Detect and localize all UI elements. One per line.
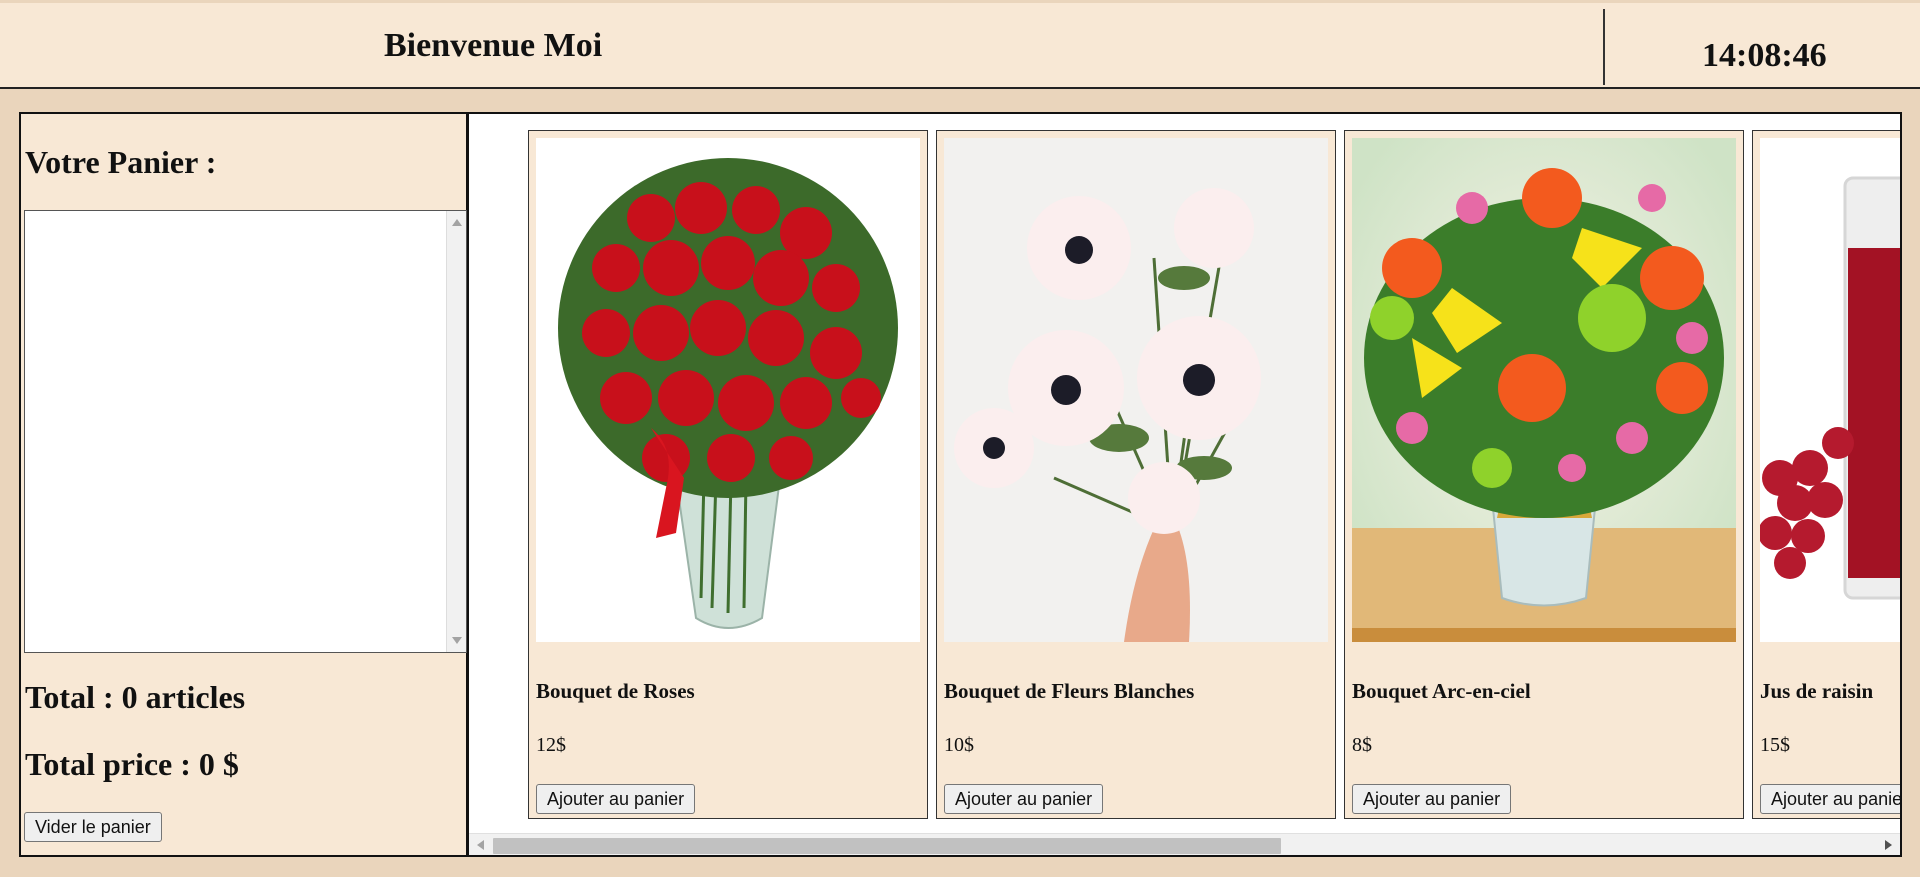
product-card: Jus de raisin 15$ Ajouter au panier xyxy=(1752,130,1900,819)
product-price: 12$ xyxy=(536,734,566,756)
scroll-left-icon[interactable] xyxy=(477,840,484,850)
product-gallery[interactable]: Bouquet de Roses 12$ Ajouter au panier B… xyxy=(469,112,1902,857)
horizontal-scrollbar[interactable] xyxy=(469,833,1900,855)
add-to-cart-button[interactable]: Ajouter au panier xyxy=(1760,784,1900,814)
rainbow-bouquet-image xyxy=(1352,138,1736,642)
scroll-down-icon[interactable] xyxy=(452,637,462,644)
clock: 14:08:46 xyxy=(1702,37,1827,74)
scroll-right-icon[interactable] xyxy=(1885,840,1892,850)
cart-total-price: Total price : 0 $ xyxy=(25,746,239,782)
product-card: Bouquet de Fleurs Blanches 10$ Ajouter a… xyxy=(936,130,1336,819)
cart-panel: Votre Panier : Total : 0 articles Total … xyxy=(19,112,469,857)
cart-scrollbar[interactable] xyxy=(446,211,466,652)
product-card: Bouquet Arc-en-ciel 8$ Ajouter au panier xyxy=(1344,130,1744,819)
product-name: Jus de raisin xyxy=(1760,679,1874,703)
scroll-up-icon[interactable] xyxy=(452,219,462,226)
red-roses-image xyxy=(536,138,920,642)
product-name: Bouquet de Roses xyxy=(536,679,695,703)
header-divider xyxy=(1603,9,1605,85)
empty-cart-button[interactable]: Vider le panier xyxy=(24,812,162,842)
product-name: Bouquet Arc-en-ciel xyxy=(1352,679,1531,703)
scrollbar-thumb[interactable] xyxy=(493,838,1281,854)
add-to-cart-button[interactable]: Ajouter au panier xyxy=(944,784,1104,814)
white-flowers-image xyxy=(944,138,1328,642)
product-price: 10$ xyxy=(944,734,974,756)
product-name: Bouquet de Fleurs Blanches xyxy=(944,679,1195,703)
cart-list[interactable] xyxy=(24,210,467,653)
product-card: Bouquet de Roses 12$ Ajouter au panier xyxy=(528,130,928,819)
header-bar: Bienvenue Moi 14:08:46 xyxy=(0,3,1920,89)
welcome-title: Bienvenue Moi xyxy=(384,27,603,64)
cart-title: Votre Panier : xyxy=(25,144,217,180)
add-to-cart-button[interactable]: Ajouter au panier xyxy=(1352,784,1512,814)
product-price: 8$ xyxy=(1352,734,1372,756)
product-price: 15$ xyxy=(1760,734,1790,756)
grape-juice-image xyxy=(1760,138,1900,642)
add-to-cart-button[interactable]: Ajouter au panier xyxy=(536,784,696,814)
cart-total-count: Total : 0 articles xyxy=(25,679,246,715)
